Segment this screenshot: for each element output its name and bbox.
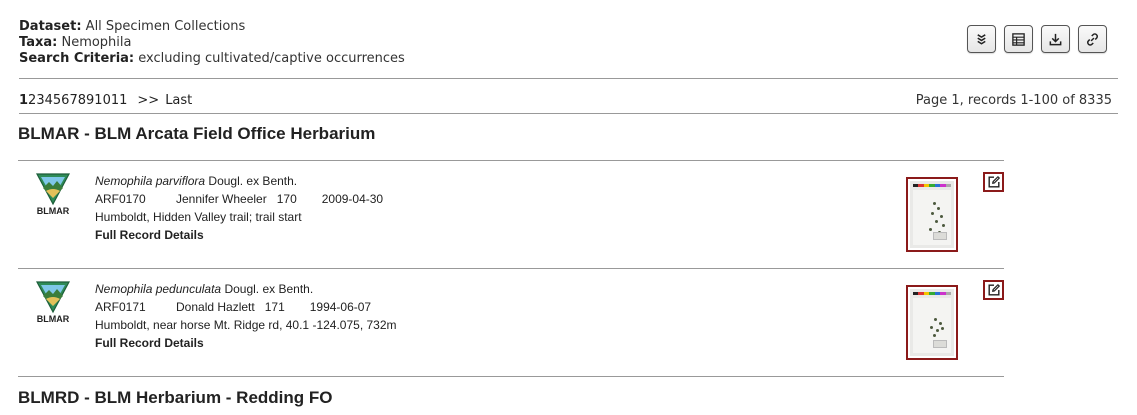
event-date: 2009-04-30 [321,192,384,206]
page-link[interactable]: 8 [78,93,86,108]
record-details: Nemophila parviflora Dougl. ex Benth. AR… [95,172,383,244]
edit-record-button[interactable] [983,280,1004,300]
scientific-name: Nemophila pedunculata [95,282,222,296]
taxon-line: Nemophila parviflora Dougl. ex Benth. [95,172,383,190]
herbarium-sheet [913,190,951,245]
last-page-link[interactable]: Last [165,93,192,108]
collection-code: BLMAR [36,206,70,216]
locality: Humboldt, Hidden Valley trail; trail sta… [95,210,302,224]
specimen-image-thumbnail[interactable] [906,285,958,360]
criteria-label: Search Criteria: [19,51,135,66]
specimen-image-thumbnail[interactable] [906,177,958,252]
page-info: Page 1, records 1-100 of 8335 [915,93,1112,108]
criteria-row: Search Criteria: excluding cultivated/ca… [19,51,405,67]
collection-code: BLMAR [36,314,70,324]
collection-title: BLMRD - BLM Herbarium - Redding FO [18,388,333,407]
scientific-name: Nemophila parviflora [95,174,206,188]
collection-logo: BLMAR [33,172,73,216]
collection-title: BLMAR - BLM Arcata Field Office Herbariu… [18,124,376,143]
results-toolbar [967,25,1107,53]
copy-link-button[interactable] [1078,25,1107,53]
dataset-value: All Specimen Collections [85,19,246,34]
edit-record-button[interactable] [983,172,1004,192]
specimen-label [933,340,947,348]
taxa-label: Taxa: [19,35,58,50]
specimen-label [933,232,947,240]
search-summary: Dataset: All Specimen Collections Taxa: … [19,19,405,67]
collector: Donald Hazlett [176,300,255,314]
collector-number: 170 [276,192,297,206]
color-calibration-bar [913,184,951,187]
author: Dougl. ex Benth. [224,282,314,296]
specimen-image [910,181,954,248]
criteria-value: excluding cultivated/captive occurrences [138,51,405,66]
pagination: 1 234567891011 >> Last [19,93,192,108]
page-link[interactable]: 10 [94,93,111,108]
record-details: Nemophila pedunculata Dougl. ex Benth. A… [95,280,397,352]
layers-button[interactable] [967,25,996,53]
taxa-row: Taxa: Nemophila [19,35,405,51]
page-link[interactable]: 7 [69,93,77,108]
blm-shield-icon [36,173,70,206]
download-button[interactable] [1041,25,1070,53]
table-view-button[interactable] [1004,25,1033,53]
specimen-image [910,289,954,356]
edit-icon [987,284,1000,296]
page-link[interactable]: 11 [111,93,128,108]
page-link[interactable]: 3 [36,93,44,108]
divider [18,376,1004,377]
event-date: 1994-06-07 [309,300,372,314]
dataset-row: Dataset: All Specimen Collections [19,19,405,35]
catalog-number: ARF0170 [95,192,146,206]
next-pages-link[interactable]: >> [137,93,159,108]
locality: Humboldt, near horse Mt. Ridge rd, 40.1 … [95,318,397,332]
dataset-label: Dataset: [19,19,82,34]
download-icon [1049,33,1062,45]
collector-number: 171 [264,300,285,314]
full-record-link[interactable]: Full Record Details [95,334,397,352]
catalog-line: ARF0171 Donald Hazlett 171 1994-06-07 [95,298,397,316]
edit-icon [987,176,1000,188]
collector: Jennifer Wheeler [176,192,267,206]
taxa-value: Nemophila [61,35,132,50]
catalog-line: ARF0170 Jennifer Wheeler 170 2009-04-30 [95,190,383,208]
table-icon [1012,32,1025,46]
divider [18,268,1004,269]
catalog-number: ARF0171 [95,300,146,314]
blm-shield-icon [36,281,70,314]
author: Dougl. ex Benth. [208,174,298,188]
herbarium-sheet [913,298,951,353]
color-calibration-bar [913,292,951,295]
page-link[interactable]: 5 [53,93,61,108]
page-link[interactable]: 4 [45,93,53,108]
link-icon [1087,32,1098,46]
page-links: 234567891011 [28,93,127,108]
collection-logo: BLMAR [33,280,73,324]
page-current: 1 [19,93,29,108]
full-record-link[interactable]: Full Record Details [95,226,383,244]
divider [18,160,1004,161]
divider [19,78,1118,79]
taxon-line: Nemophila pedunculata Dougl. ex Benth. [95,280,397,298]
divider [19,113,1118,114]
layers-icon [977,33,986,44]
